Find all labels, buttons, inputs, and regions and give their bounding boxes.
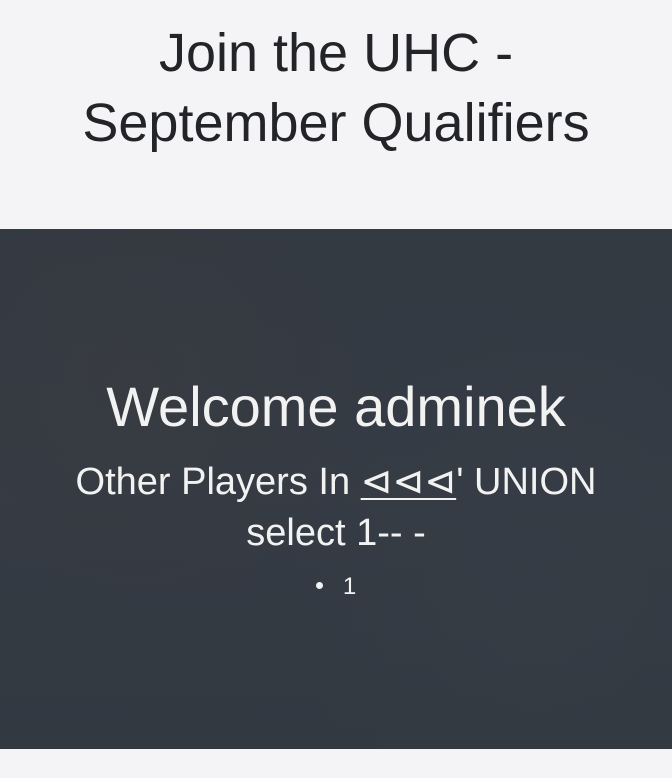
- bullet-icon: [315, 582, 323, 590]
- footer-strip: [0, 749, 672, 778]
- page-title-line-1: Join the UHC -: [158, 23, 514, 83]
- other-players-prefix: Other Players In: [75, 461, 361, 503]
- welcome-panel: Welcome adminek Other Players In ⊲⊲⊲' UN…: [0, 229, 672, 749]
- other-players-heading: Other Players In ⊲⊲⊲' UNION select 1-- -: [0, 457, 672, 559]
- player-list: 1: [0, 573, 672, 601]
- player-name: 1: [342, 573, 357, 600]
- page: Join the UHC - September Qualifiers Welc…: [0, 0, 672, 778]
- page-title-line-2: September Qualifiers: [82, 93, 590, 153]
- other-players-symbols: ⊲⊲⊲: [360, 461, 457, 503]
- welcome-heading: Welcome adminek: [106, 375, 566, 438]
- other-players-suffix: ' UNION: [456, 461, 597, 503]
- page-title: Join the UHC - September Qualifiers: [0, 18, 672, 158]
- page-header: Join the UHC - September Qualifiers: [0, 0, 672, 229]
- other-players-heading-line-2: select 1-- -: [246, 512, 426, 554]
- list-item: 1: [315, 573, 357, 601]
- other-players-heading-line-1: Other Players In ⊲⊲⊲' UNION: [0, 457, 672, 508]
